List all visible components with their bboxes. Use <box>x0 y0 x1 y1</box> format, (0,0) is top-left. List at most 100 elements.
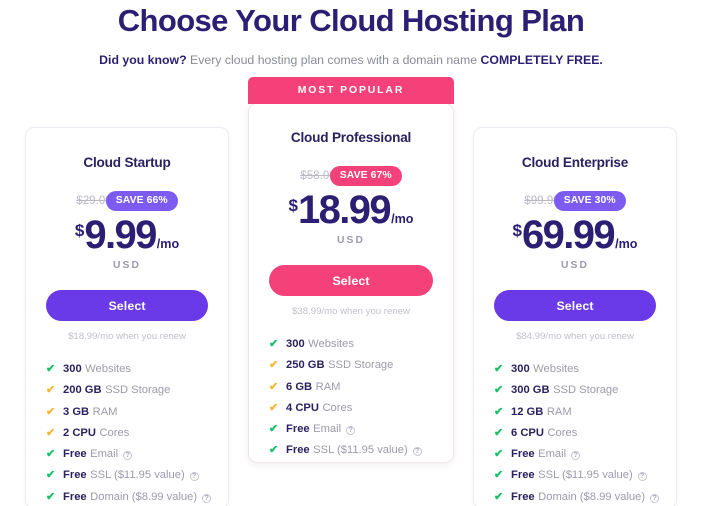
info-icon[interactable]: ? <box>650 493 660 503</box>
feature-value: 12 GB <box>511 405 544 418</box>
feature-text: 200 GB SSD Storage <box>63 380 170 401</box>
feature-value: 6 GB <box>286 380 313 393</box>
feature-list: ✔ 300 Websites ✔ 200 GB SSD Storage ✔ 3 GB RAM ✔ 2… <box>40 359 214 506</box>
feature-value: Free <box>286 423 310 436</box>
feature-text: 300 Websites <box>63 359 131 380</box>
feature-item: ✔ 300 GB SSD Storage <box>494 380 660 401</box>
feature-value: Free <box>286 444 310 457</box>
plan-name: Cloud Startup <box>83 155 171 170</box>
check-icon: ✔ <box>269 444 279 457</box>
price-period: /mo <box>391 212 414 227</box>
feature-label: Domain ($8.99 value) <box>90 490 198 503</box>
check-icon: ✔ <box>269 423 279 436</box>
feature-text: 250 GB SSD Storage <box>286 355 393 376</box>
feature-value: 300 <box>63 363 82 375</box>
subtitle-middle: Every cloud hosting plan comes with a do… <box>186 53 481 67</box>
feature-item: ✔ 300 Websites <box>494 359 660 380</box>
check-icon: ✔ <box>494 384 504 397</box>
feature-value: Free <box>63 469 87 482</box>
feature-label: Domain ($8.99 value) <box>538 490 646 503</box>
check-icon: ✔ <box>46 490 56 503</box>
pricing-card-cloud-enterprise: Cloud Enterprise $99.99 SAVE 30% $69.99/mo U… <box>473 127 677 506</box>
check-icon: ✔ <box>46 384 56 397</box>
price-amount: 18.99 <box>297 188 392 232</box>
feature-value: Free <box>63 490 87 503</box>
feature-label: RAM <box>546 405 572 418</box>
check-icon: ✔ <box>494 363 504 375</box>
currency-symbol: $ <box>74 221 85 240</box>
feature-text: 300 Websites <box>286 334 354 355</box>
renewal-note: $18.99/mo when you renew <box>68 331 186 342</box>
old-price-row: $29.00 SAVE 66% <box>40 190 214 211</box>
feature-text: Free Domain ($8.99 value)? <box>511 487 660 506</box>
info-icon[interactable]: ? <box>346 426 356 436</box>
check-icon: ✔ <box>269 359 279 372</box>
most-popular-banner: MOST POPULAR <box>248 77 454 104</box>
feature-item: ✔ 300 Websites <box>269 334 437 355</box>
feature-item: ✔ Free SSL ($11.95 value)? <box>46 465 212 486</box>
feature-text: 3 GB RAM <box>63 402 118 423</box>
check-icon: ✔ <box>269 338 279 350</box>
select-button[interactable]: Select <box>494 290 656 321</box>
check-icon: ✔ <box>46 448 56 461</box>
check-icon: ✔ <box>494 426 504 439</box>
info-icon[interactable]: ? <box>571 451 581 461</box>
feature-label: Cores <box>99 426 130 439</box>
feature-value: 300 <box>511 363 530 375</box>
feature-item: ✔ 200 GB SSD Storage <box>46 380 212 401</box>
feature-item: ✔ Free SSL ($11.95 value)? <box>494 465 660 486</box>
feature-item: ✔ 6 CPU Cores <box>494 423 660 444</box>
currency-symbol: $ <box>288 196 298 215</box>
info-icon[interactable]: ? <box>123 451 133 461</box>
feature-text: Free SSL ($11.95 value)? <box>286 440 422 461</box>
feature-list: ✔ 300 Websites ✔ 250 GB SSD Storage ✔ 6 GB RAM ✔ 4… <box>263 334 439 462</box>
feature-value: Free <box>511 448 535 461</box>
page-title: Choose Your Cloud Hosting Plan <box>117 3 585 38</box>
feature-label: SSL ($11.95 value) <box>538 469 633 482</box>
feature-text: 4 CPU Cores <box>286 398 352 419</box>
renewal-note: $38.99/mo when you renew <box>292 306 410 317</box>
feature-item: ✔ 12 GB RAM <box>494 402 660 423</box>
pricing-card-cloud-startup: Cloud Startup $29.00 SAVE 66% $9.99/mo USD Se… <box>25 127 229 506</box>
feature-label: Email <box>90 448 119 461</box>
info-icon[interactable]: ? <box>412 447 422 457</box>
feature-label: SSD Storage <box>105 384 171 397</box>
select-button[interactable]: Select <box>269 265 433 296</box>
check-icon: ✔ <box>46 426 56 439</box>
feature-item: ✔ Free Email? <box>494 444 660 465</box>
feature-text: Free SSL ($11.95 value)? <box>63 465 199 486</box>
feature-text: 6 CPU Cores <box>511 423 577 444</box>
price-line: $69.99/mo <box>488 215 662 255</box>
pricing-page: Choose Your Cloud Hosting Plan Did you k… <box>0 0 702 506</box>
feature-text: 300 Websites <box>511 359 579 380</box>
feature-label: SSL ($11.95 value) <box>313 444 408 457</box>
price-line: $18.99/mo <box>263 190 439 230</box>
feature-label: Websites <box>533 363 579 375</box>
pricing-card-cloud-professional: MOST POPULAR Cloud Professional $58.00 SAVE… <box>248 77 454 463</box>
select-button[interactable]: Select <box>46 290 208 321</box>
feature-text: 12 GB RAM <box>511 402 572 423</box>
feature-value: 2 CPU <box>63 426 96 439</box>
feature-item: ✔ Free Domain ($8.99 value)? <box>46 487 212 506</box>
check-icon: ✔ <box>494 448 504 461</box>
renewal-note: $84.99/mo when you renew <box>516 331 634 342</box>
feature-value: Free <box>63 448 87 461</box>
plan-name: Cloud Professional <box>290 130 412 145</box>
info-icon[interactable]: ? <box>637 472 647 482</box>
feature-item: ✔ Free Domain ($8.99 value)? <box>494 487 660 506</box>
feature-text: 2 CPU Cores <box>63 423 129 444</box>
feature-list: ✔ 300 Websites ✔ 300 GB SSD Storage ✔ 12 GB RAM ✔… <box>488 359 662 506</box>
feature-label: SSD Storage <box>553 384 619 397</box>
save-badge: SAVE 67% <box>329 165 402 186</box>
info-icon[interactable]: ? <box>189 472 199 482</box>
feature-value: 200 GB <box>63 384 102 397</box>
price-amount: 9.99 <box>84 213 157 257</box>
price-period: /mo <box>156 237 180 252</box>
feature-value: 250 GB <box>286 359 325 372</box>
feature-item: ✔ Free Email? <box>46 444 212 465</box>
feature-label: Email <box>313 423 342 436</box>
feature-value: Free <box>511 490 535 503</box>
currency-code: USD <box>112 260 142 271</box>
info-icon[interactable]: ? <box>202 493 212 503</box>
feature-value: 3 GB <box>63 405 90 418</box>
